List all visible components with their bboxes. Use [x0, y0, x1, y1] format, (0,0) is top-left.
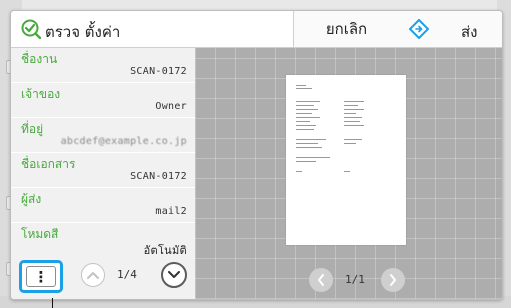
- scan-preview[interactable]: 1/1: [195, 48, 502, 299]
- field-value: SCAN-0172: [130, 171, 187, 182]
- settings-list[interactable]: ชื่องาน SCAN-0172 เจ้าของ Owner ที่อยู่ …: [11, 48, 195, 254]
- field-value: abcdef@example.co.jp: [60, 136, 187, 147]
- field-label: ชื่องาน: [21, 52, 58, 66]
- page-title: ตรวจ ตั้งค่า: [45, 23, 121, 41]
- dialog-header: ตรวจ ตั้งค่า ยกเลิก ส่ง: [11, 11, 502, 48]
- confirm-settings-dialog: ตรวจ ตั้งค่า ยกเลิก ส่ง ชื่องาน SCAN-017…: [10, 10, 503, 300]
- field-address: ที่อยู่ abcdef@example.co.jp: [11, 118, 195, 153]
- field-value: SCAN-0172: [130, 66, 187, 77]
- field-label: เจ้าของ: [21, 87, 61, 101]
- send-button[interactable]: ส่ง: [399, 11, 502, 47]
- list-controls: ⋮ 1/4: [11, 254, 195, 299]
- cancel-button[interactable]: ยกเลิก: [293, 11, 400, 47]
- field-label: ผู้ส่ง: [21, 192, 42, 206]
- chevron-up-icon: [87, 272, 99, 279]
- callout-line: [52, 298, 53, 308]
- field-value: Owner: [155, 101, 187, 112]
- checkmark-search-icon: [21, 19, 41, 39]
- field-label: โหมดสี: [21, 227, 59, 241]
- chevron-down-icon: [168, 271, 180, 278]
- diamond-arrow-icon: [409, 19, 429, 39]
- field-value: อัตโนมัติ: [143, 244, 187, 254]
- preview-next-button[interactable]: [381, 268, 405, 292]
- field-value: mail2: [155, 206, 187, 217]
- field-owner: เจ้าของ Owner: [11, 83, 195, 118]
- field-document-name: ชื่อเอกสาร SCAN-0172: [11, 153, 195, 188]
- field-sender: ผู้ส่ง mail2: [11, 188, 195, 223]
- field-label: ที่อยู่: [21, 122, 44, 136]
- list-page-counter: 1/4: [117, 268, 137, 281]
- preview-page: [286, 75, 406, 245]
- send-button-label: ส่ง: [461, 23, 478, 41]
- chevron-right-icon: [390, 274, 396, 286]
- vertical-ellipsis-icon: ⋮: [26, 266, 56, 287]
- scroll-down-button[interactable]: [161, 262, 187, 288]
- field-job-name: ชื่องาน SCAN-0172: [11, 48, 195, 83]
- preview-page-counter: 1/1: [345, 273, 365, 286]
- scroll-up-button[interactable]: [81, 263, 105, 287]
- preview-prev-button[interactable]: [309, 268, 333, 292]
- field-label: ชื่อเอกสาร: [21, 157, 76, 171]
- cancel-button-label: ยกเลิก: [325, 20, 368, 38]
- field-color-mode: โหมดสี อัตโนมัติ: [11, 223, 195, 254]
- menu-button[interactable]: ⋮: [19, 260, 63, 293]
- chevron-left-icon: [318, 274, 324, 286]
